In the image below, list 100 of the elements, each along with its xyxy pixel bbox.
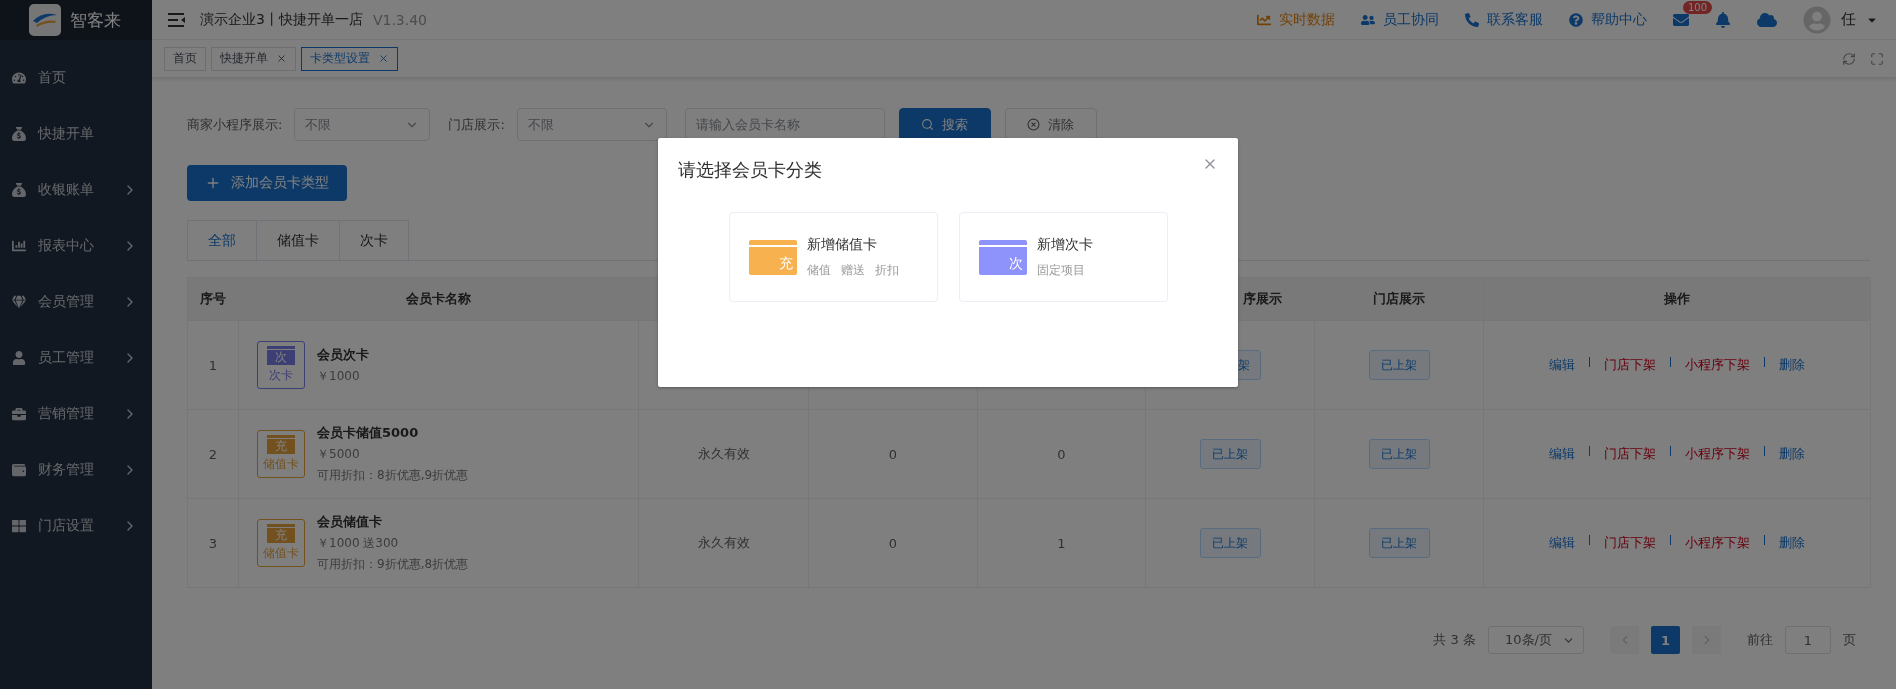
sidebar-item[interactable]: 快捷开单 [0, 106, 152, 162]
table-cell: 1 [188, 321, 239, 410]
tab[interactable]: 全部 [187, 220, 257, 260]
column-header: 门店展示 [1315, 278, 1484, 321]
option-tag: 赠送 [840, 261, 865, 279]
wallet-icon [12, 463, 26, 477]
action-link[interactable]: 编辑 [1545, 445, 1579, 463]
option-tag: 固定项目 [1036, 261, 1085, 279]
grid-icon [12, 519, 26, 533]
sidebar-item[interactable]: 营销管理 [0, 386, 152, 442]
sidebar-item[interactable]: 门店设置 [0, 498, 152, 554]
status-tag: 已上架 [1199, 439, 1261, 469]
filter-select[interactable]: 不限 [516, 108, 667, 141]
card-price: ￥1000 [317, 367, 361, 385]
logo-icon [28, 3, 62, 37]
card-name: 会员卡储值5000 [317, 424, 420, 442]
page-field[interactable]: 1 [1785, 626, 1831, 654]
page-tag[interactable]: 快捷开单 [211, 46, 296, 71]
page-number[interactable]: 1 [1651, 626, 1680, 654]
bar-chart-icon [12, 239, 26, 253]
dialog-title: 请选择会员卡分类 [678, 158, 822, 182]
action-link[interactable]: 门店下架 [1600, 445, 1660, 463]
close-icon[interactable] [378, 53, 389, 64]
filter-select[interactable]: 不限 [294, 108, 431, 141]
header-link[interactable]: 联系客服 [1465, 10, 1543, 29]
user-icon [12, 351, 26, 365]
action-link[interactable]: 门店下架 [1600, 534, 1660, 552]
column-header: 会员卡名称 [239, 278, 639, 321]
card-discount: 可用折扣：8折优惠,9折优惠 [317, 467, 469, 484]
option-title: 新增储值卡 [806, 235, 878, 254]
table-cell: 永久有效 [639, 499, 809, 588]
card-glyph: 充 [267, 435, 295, 454]
page-size-select[interactable]: 10条/页 [1488, 626, 1584, 654]
sidebar-item[interactable]: 首页 [0, 50, 152, 106]
sidebar-item[interactable]: 财务管理 [0, 442, 152, 498]
status-tag: 已上架 [1368, 350, 1430, 380]
column-header: 序号 [188, 278, 239, 321]
total-count: 共 3 条 [1433, 631, 1476, 649]
sidebar-item[interactable]: 员工管理 [0, 330, 152, 386]
action-link[interactable]: 小程序下架 [1681, 534, 1754, 552]
table-cell: 1 [978, 499, 1146, 588]
card-name: 会员储值卡 [317, 513, 383, 531]
action-link[interactable]: 编辑 [1545, 534, 1579, 552]
card-type-label: 储值卡 [263, 456, 299, 473]
card-type-option[interactable]: 次 新增次卡 固定项目 [958, 212, 1168, 302]
card-glyph: 次 [978, 239, 1027, 275]
card-type-label: 次卡 [269, 367, 293, 384]
add-card-type-button[interactable]: 添加会员卡类型 [187, 165, 347, 201]
header-link[interactable]: 员工协同 [1361, 10, 1439, 29]
circle-x-icon [1027, 118, 1041, 131]
action-link[interactable]: 门店下架 [1600, 356, 1660, 374]
card-type-option[interactable]: 充 新增储值卡 储值 赠送 折扣 [728, 212, 938, 302]
search-icon [921, 118, 935, 131]
plus-icon [205, 175, 221, 191]
card-glyph: 次 [267, 346, 295, 365]
option-title: 新增次卡 [1036, 235, 1093, 254]
notification-count: 100 [1683, 0, 1713, 14]
sidebar-item[interactable]: 报表中心 [0, 218, 152, 274]
card-price: ￥5000 [317, 446, 361, 463]
filter-label: 门店展示: [448, 115, 505, 134]
sidebar-item[interactable]: 收银账单 [0, 162, 152, 218]
action-link[interactable]: 删除 [1775, 534, 1809, 552]
refresh-icon[interactable] [1842, 51, 1856, 66]
header-link[interactable]: 实时数据 [1257, 10, 1335, 29]
table-cell: 0 [809, 410, 978, 499]
menu-icon[interactable] [168, 11, 186, 28]
mail-icon[interactable] [1673, 11, 1689, 28]
status-tag: 已上架 [1199, 528, 1261, 558]
action-link[interactable]: 小程序下架 [1681, 445, 1754, 463]
goto-label: 前往 [1747, 631, 1773, 649]
table-cell: 0 [978, 410, 1146, 499]
filter-label: 商家小程序展示: [187, 115, 283, 134]
action-link[interactable]: 小程序下架 [1681, 356, 1754, 374]
table-cell: 2 [188, 410, 239, 499]
briefcase-icon [12, 407, 26, 421]
column-header: 操作 [1484, 278, 1871, 321]
user-name[interactable]: 任 [1841, 10, 1856, 29]
sidebar-item[interactable]: 会员管理 [0, 274, 152, 330]
help-icon [1569, 12, 1583, 27]
close-icon[interactable] [276, 53, 287, 64]
diamond-icon [12, 295, 26, 309]
brand-name: 智客来 [70, 8, 121, 32]
header-link[interactable]: 帮助中心 [1569, 10, 1647, 29]
line-chart-icon [1257, 12, 1271, 27]
option-tag: 折扣 [874, 261, 899, 279]
fullscreen-icon[interactable] [1870, 51, 1884, 66]
company-title: 演示企业3丨快捷开单一店 [200, 10, 363, 29]
card-price: ￥1000 送300 [317, 535, 400, 552]
money-bag-icon [12, 183, 26, 197]
page-tag[interactable]: 首页 [164, 46, 206, 71]
action-link[interactable]: 编辑 [1545, 356, 1579, 374]
bell-icon[interactable] [1715, 11, 1731, 28]
action-link[interactable]: 删除 [1775, 356, 1809, 374]
page-unit: 页 [1843, 631, 1856, 649]
page-tag[interactable]: 卡类型设置 [301, 46, 398, 71]
tab[interactable]: 次卡 [339, 220, 409, 260]
users-icon [1361, 12, 1375, 27]
table-cell: 永久有效 [639, 410, 809, 499]
option-tag: 储值 [806, 261, 831, 279]
action-link[interactable]: 删除 [1775, 445, 1809, 463]
